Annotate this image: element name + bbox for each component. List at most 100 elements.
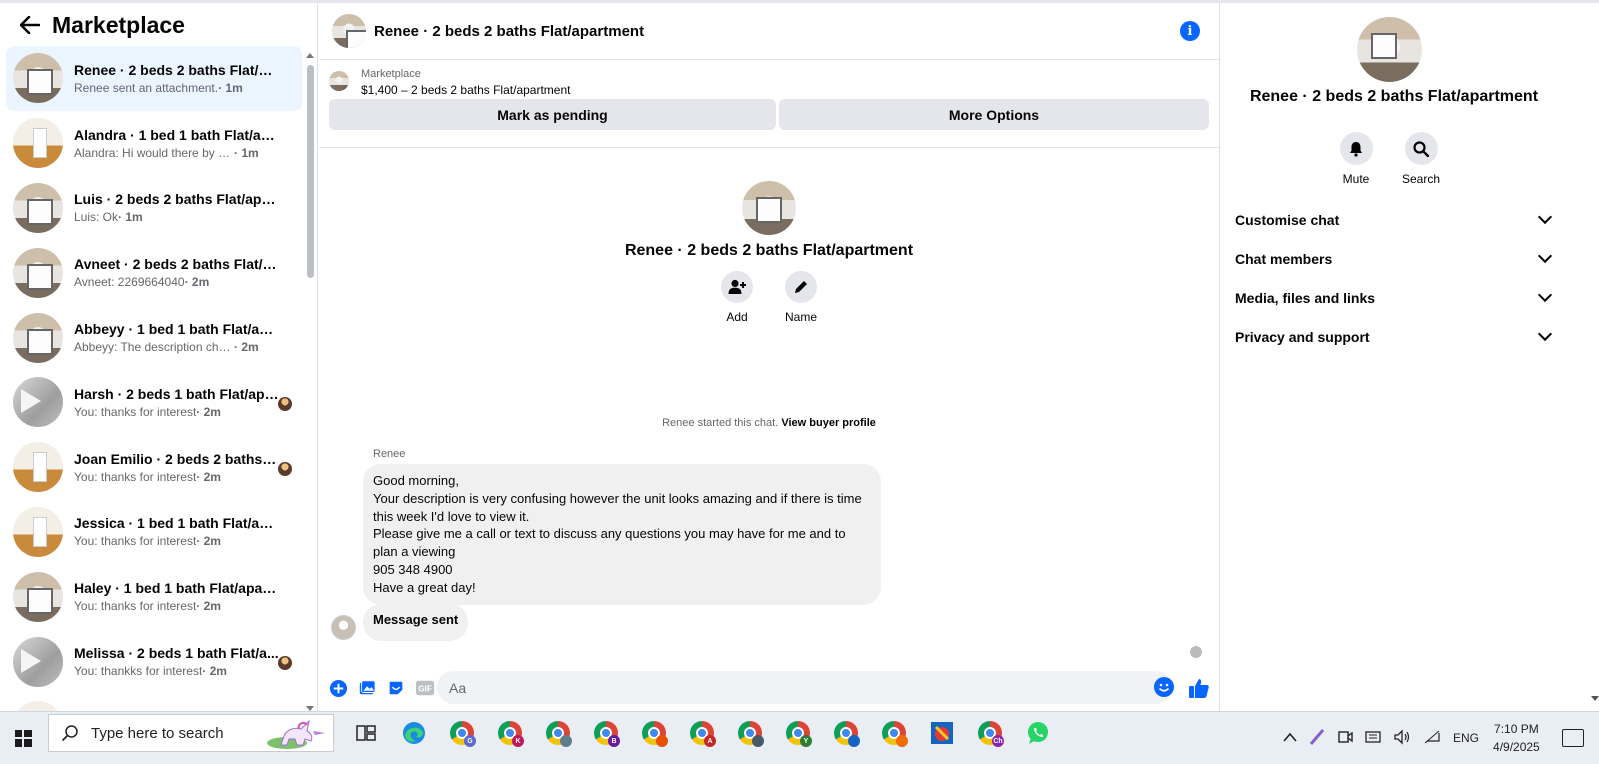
meeting-icon[interactable]	[1337, 729, 1353, 748]
chrome-browser-icon[interactable]: Ch	[966, 715, 1014, 751]
language-indicator[interactable]: ENG	[1453, 731, 1479, 745]
panel-section-label: Media, files and links	[1235, 289, 1376, 306]
chevron-up-icon[interactable]	[1283, 731, 1297, 745]
conversation-item[interactable]: Abbeyy · 1 bed 1 bath Flat/apart... Abbey…	[6, 305, 302, 370]
conversation-item[interactable]: Harsh · 2 beds 1 bath Flat/apa... You: th…	[6, 370, 302, 435]
panel-section-item[interactable]: Chat members	[1235, 239, 1555, 278]
panel-section-item[interactable]: Customise chat	[1235, 200, 1555, 239]
chat-header-avatar[interactable]	[332, 14, 366, 48]
conversation-item[interactable]: Avneet · 2 beds 2 baths Flat/apa... Avnee…	[6, 240, 302, 305]
listing-thumbnail[interactable]	[329, 71, 349, 91]
photo-icon[interactable]	[357, 678, 377, 698]
conversation-item[interactable]: Renee · 2 beds 2 baths Flat/apar... Renee…	[6, 46, 302, 111]
pen-icon[interactable]	[1309, 728, 1325, 748]
conversation-snippet: Renee sent an attachment.	[74, 80, 219, 95]
listing-banner: Marketplace $1,400 – 2 beds 2 baths Flat…	[319, 60, 1219, 148]
scrollbar-thumb[interactable]	[307, 65, 314, 278]
conversation-avatar	[13, 571, 63, 622]
panel-sections: Customise chat Chat members Media, files a…	[1235, 200, 1555, 356]
conversation-item[interactable]: Joan Emilio · 2 beds 2 baths F... You: th…	[6, 435, 302, 500]
panel-section-item[interactable]: Media, files and links	[1235, 278, 1555, 317]
chrome-browser-icon[interactable]: K	[486, 715, 534, 751]
sidebar-scrollbar[interactable]	[303, 51, 317, 711]
conversation-avatar	[13, 442, 63, 493]
conversation-avatar	[13, 182, 63, 233]
taskbar-clock[interactable]: 7:10 PM 4/9/2025	[1493, 720, 1540, 756]
chrome-browser-icon[interactable]: Y	[774, 715, 822, 751]
profile-badge: G	[464, 735, 476, 747]
chat-title[interactable]: Renee · 2 beds 2 baths Flat/apartment	[374, 23, 644, 40]
mute-button[interactable]: Mute	[1336, 132, 1376, 186]
bell-icon	[1339, 132, 1373, 165]
chrome-browser-icon[interactable]	[534, 715, 582, 751]
chrome-browser-icon[interactable]	[726, 715, 774, 751]
panel-section-item[interactable]: Privacy and support	[1235, 317, 1555, 356]
conversation-avatar	[13, 506, 63, 557]
network-icon[interactable]	[1423, 729, 1441, 748]
conversation-snippet: You: thankks for interest	[74, 664, 203, 679]
view-buyer-profile-link[interactable]: View buyer profile	[781, 417, 876, 429]
message-bubble[interactable]: Good morning, Your description is very co…	[363, 464, 881, 605]
name-chat-button[interactable]: Name	[785, 271, 817, 324]
edge-browser-icon[interactable]	[390, 715, 438, 751]
conversation-time: · 2m	[196, 469, 221, 484]
plus-circle-icon[interactable]	[328, 678, 348, 698]
unicorn-icon	[267, 719, 325, 749]
message-sent-bubble[interactable]: Message sent	[363, 604, 469, 641]
mark-as-pending-button[interactable]: Mark as pending	[329, 99, 776, 130]
emoji-icon[interactable]	[1154, 677, 1174, 697]
listing-price[interactable]: $1,400 – 2 beds 2 baths Flat/apartment	[361, 83, 570, 97]
paint-app-icon[interactable]	[918, 715, 966, 751]
conversation-item[interactable]: Alandra · 1 bed 1 bath Flat/apart... Alan…	[6, 111, 302, 176]
search-in-chat-button[interactable]: Search	[1401, 132, 1441, 186]
message-composer: GIF	[319, 671, 1219, 705]
scroll-up-arrow-icon[interactable]	[306, 53, 314, 58]
chrome-browser-icon[interactable]	[870, 715, 918, 751]
chrome-browser-icon[interactable]	[822, 715, 870, 751]
clock-time: 7:10 PM	[1494, 722, 1539, 736]
conversation-time: · 2m	[202, 664, 227, 679]
chat-header: Renee · 2 beds 2 baths Flat/apartment i	[319, 3, 1219, 60]
conversation-item[interactable]: Luis · 2 beds 2 baths Flat/apart... Luis:…	[6, 176, 302, 241]
taskbar-search-box[interactable]: Type here to search	[48, 714, 334, 752]
conversation-item[interactable]: Jessica · 1 bed 1 bath Flat/apart... You:…	[6, 500, 302, 565]
notification-center-icon[interactable]	[1561, 729, 1584, 747]
conversation-snippet: You: thanks for interest	[74, 404, 197, 419]
conversation-title: Luis · 2 beds 2 baths Flat/apart...	[74, 191, 280, 208]
sender-avatar[interactable]	[331, 615, 356, 640]
message-input[interactable]	[437, 671, 1172, 704]
profile-badge	[656, 735, 668, 747]
windows-start-icon[interactable]	[0, 718, 46, 758]
conversation-title: Abbeyy · 1 bed 1 bath Flat/apart...	[74, 321, 280, 338]
conversation-title: Renee · 2 beds 2 baths Flat/apar...	[74, 61, 280, 78]
thumbs-up-icon[interactable]	[1188, 677, 1210, 699]
chrome-browser-icon[interactable]: G	[438, 715, 486, 751]
conversation-snippet: Abbeyy: The description changed t...	[74, 340, 234, 355]
info-icon[interactable]: i	[1180, 21, 1200, 41]
conversation-item[interactable]: Haley · 1 bed 1 bath Flat/apartm... You: …	[6, 564, 302, 629]
conversation-avatar	[13, 312, 63, 363]
conversation-snippet: You: thanks for interest	[74, 534, 197, 549]
clock-date: 4/9/2025	[1493, 740, 1540, 754]
more-options-button[interactable]: More Options	[779, 99, 1209, 130]
volume-icon[interactable]	[1393, 728, 1411, 748]
panel-scroll-down-arrow-icon[interactable]	[1591, 696, 1599, 701]
system-tray: ENG 7:10 PM 4/9/2025	[1277, 712, 1584, 764]
chrome-browser-icon[interactable]: B	[582, 715, 630, 751]
conversation-item[interactable]: Melissa · 2 beds 1 bath Flat/a... You: th…	[6, 629, 302, 694]
sticker-icon[interactable]	[386, 678, 406, 698]
panel-section-label: Chat members	[1235, 250, 1333, 267]
back-arrow-icon[interactable]	[18, 13, 42, 37]
conversation-title: Avneet · 2 beds 2 baths Flat/apa...	[74, 256, 280, 273]
ime-icon[interactable]	[1365, 729, 1381, 748]
add-people-button[interactable]: Add	[721, 271, 753, 324]
gif-icon[interactable]: GIF	[415, 678, 435, 698]
whatsapp-icon[interactable]	[1014, 715, 1062, 751]
chrome-browser-icon[interactable]: A	[678, 715, 726, 751]
chrome-browser-icon[interactable]	[630, 715, 678, 751]
profile-badge	[752, 735, 764, 747]
conversation-avatar	[13, 636, 63, 687]
conversation-snippet: You: thanks for interest	[74, 469, 197, 484]
chevron-down-icon	[1537, 326, 1553, 342]
task-view-icon[interactable]	[342, 715, 390, 751]
